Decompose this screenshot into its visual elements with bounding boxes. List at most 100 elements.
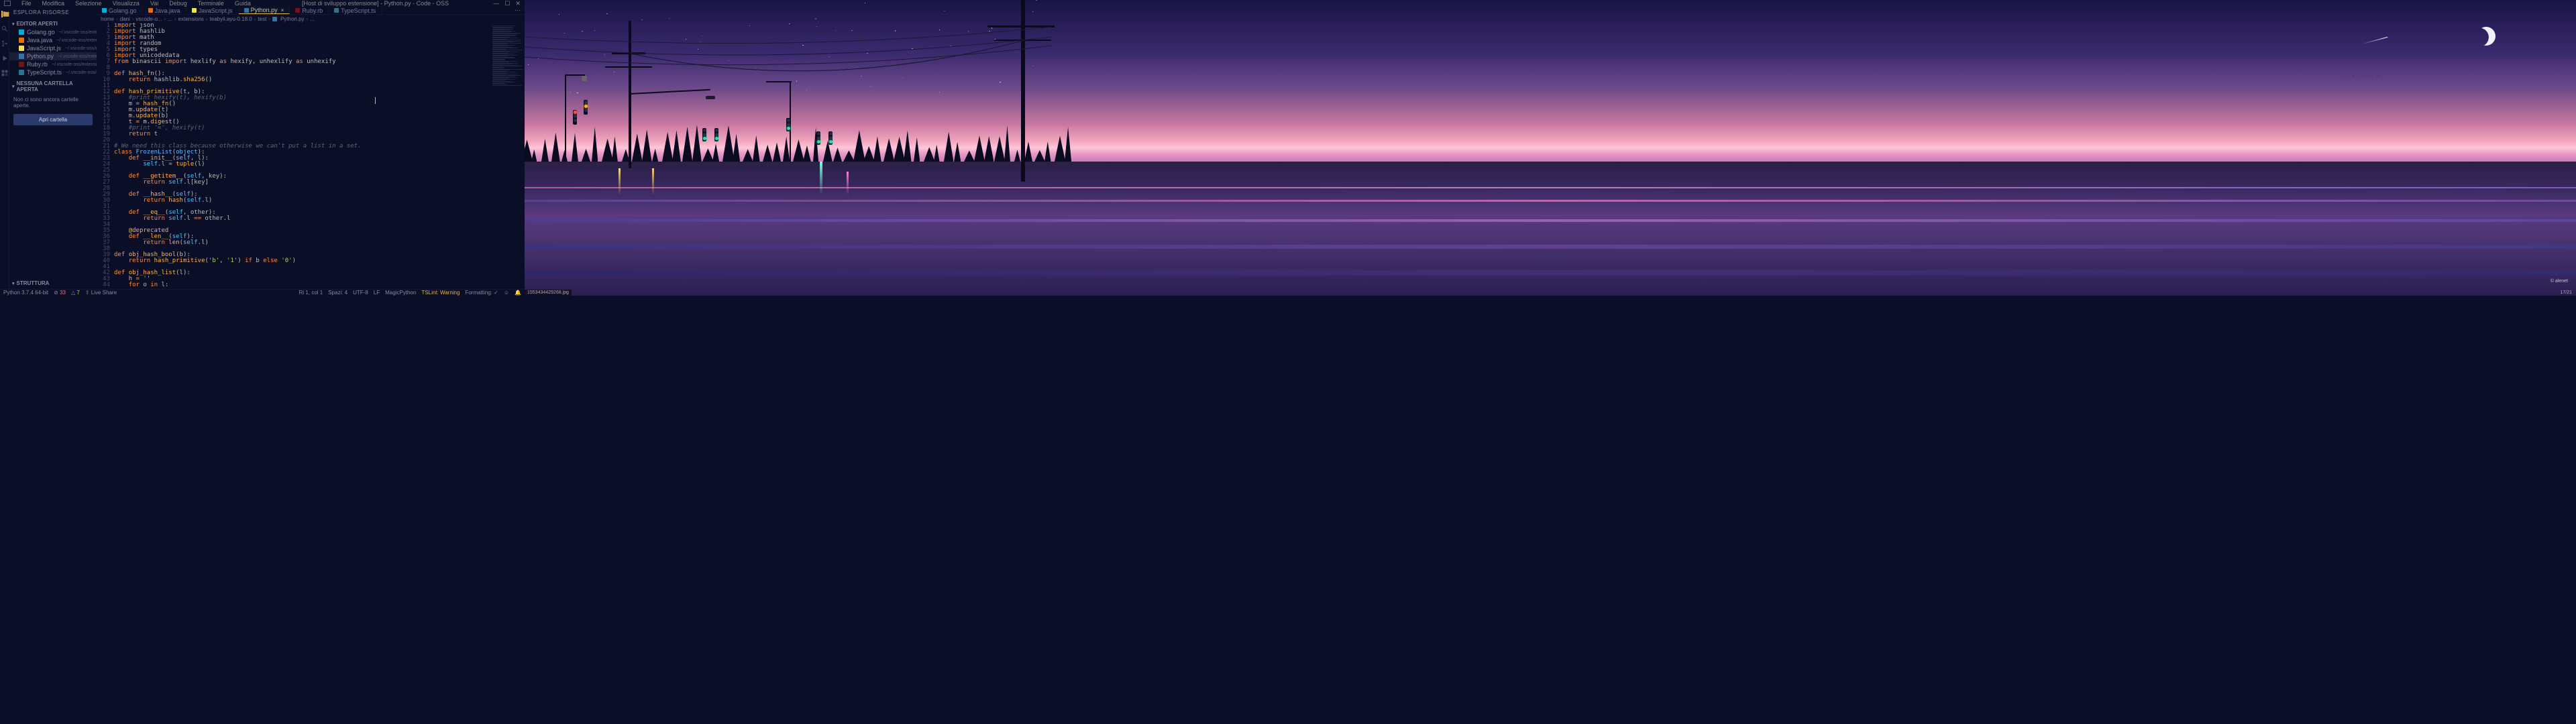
editor-tab[interactable]: Java.java (143, 7, 186, 14)
status-encoding[interactable]: UTF-8 (353, 290, 368, 296)
open-folder-button[interactable]: Apri cartella (13, 114, 93, 125)
file-name: JavaScript.js (27, 45, 61, 52)
editor-tab[interactable]: Ruby.rb (290, 7, 329, 14)
breadcrumb-segment[interactable]: vscode-o... (136, 16, 162, 22)
sidebar: ESPLORA RISORSE EDITOR APERTI Golang.go ~… (9, 7, 97, 289)
status-cursor-pos[interactable]: Ri 1, col 1 (299, 290, 323, 296)
editor-tab[interactable]: Golang.go (97, 7, 143, 14)
street-light-pole (565, 74, 566, 162)
open-editors-header[interactable]: EDITOR APERTI (9, 19, 97, 28)
tab-label: Golang.go (109, 7, 137, 14)
tab-overflow-icon[interactable]: ⋯ (511, 7, 525, 14)
artist-signature: © alenet (2551, 279, 2568, 284)
status-warnings[interactable]: △ 7 (71, 290, 80, 296)
traffic-light-icon (816, 131, 820, 145)
close-icon[interactable]: × (281, 7, 284, 13)
status-errors[interactable]: ⊘ 33 (54, 290, 66, 296)
extensions-icon[interactable] (1, 70, 8, 76)
status-bar: Python 3.7.4 64-bit ⊘ 33 △ 7 ⇪ Live Shar… (0, 289, 525, 296)
open-editor-item[interactable]: Ruby.rb~/.vscode-oss/extensions/teab... (9, 60, 97, 68)
breadcrumb-segment[interactable]: ... (310, 16, 315, 22)
chevron-right-icon: › (268, 16, 270, 22)
text-cursor-icon (375, 97, 376, 104)
sidebar-title: ESPLORA RISORSE (9, 7, 97, 18)
scm-icon[interactable] (1, 40, 8, 47)
editor-tab[interactable]: TypeScript.ts (329, 7, 382, 14)
breadcrumb-segment[interactable]: ... (168, 16, 172, 22)
file-path: ~/.vscode-oss/extensions... (58, 54, 97, 59)
maximize-button[interactable]: ☐ (504, 0, 510, 7)
explorer-icon[interactable] (1, 11, 8, 17)
chevron-right-icon: › (206, 16, 208, 22)
breadcrumb-segment[interactable]: home (101, 16, 114, 22)
breadcrumb-segment[interactable]: Python.py (280, 16, 305, 22)
open-editor-item[interactable]: Python.py~/.vscode-oss/extensions...9 (9, 52, 97, 60)
file-name: Java.java (27, 37, 52, 44)
code-editor[interactable]: 1234567891011121314151617181920212223242… (97, 23, 525, 289)
traffic-light-icon (714, 128, 718, 141)
line-gutter: 1234567891011121314151617181920212223242… (97, 23, 114, 289)
close-button[interactable]: ✕ (515, 0, 521, 7)
chevron-right-icon: › (307, 16, 309, 22)
app-logo-icon (4, 1, 11, 6)
code-content[interactable]: import jsonimport hashlibimport mathimpo… (114, 23, 491, 289)
file-icon (19, 62, 24, 67)
moon-icon (2474, 24, 2498, 48)
file-icon (192, 8, 197, 13)
status-eol[interactable]: LF (374, 290, 380, 296)
wallpaper-image: ⌵ ⌵ ⌵ ⌵ ⌵ (525, 0, 2576, 296)
wallpaper-monitor: ⌵ ⌵ ⌵ ⌵ ⌵ (525, 0, 2576, 296)
file-name: Golang.go (27, 29, 55, 36)
no-folder-header[interactable]: NESSUNA CARTELLA APERTA (9, 79, 97, 94)
file-path: ~/.vscode-oss/extens... (66, 70, 97, 75)
editor-tab[interactable]: Python.py× (239, 7, 290, 14)
status-bell-icon[interactable]: 🔔 (515, 290, 521, 296)
breadcrumb-segment[interactable]: extensions (178, 16, 204, 22)
breadcrumb-segment[interactable]: teabyii.ayu-0.18.0 (210, 16, 252, 22)
editor-tab[interactable]: JavaScript.js (186, 7, 239, 14)
open-editor-item[interactable]: Golang.go ~/.vscode-oss/extensions/tea... (9, 28, 97, 36)
status-formatting[interactable]: Formatting: ✓ (465, 290, 498, 296)
debug-icon[interactable] (1, 55, 8, 62)
status-feedback-icon[interactable]: ☺ (504, 290, 509, 296)
file-icon (148, 8, 153, 13)
breadcrumb-segment[interactable]: test (258, 16, 266, 22)
tab-row: Golang.go Java.java JavaScript.js Python.py… (97, 7, 525, 15)
road (525, 162, 2576, 296)
chevron-right-icon: › (116, 16, 118, 22)
search-icon[interactable] (1, 25, 8, 32)
file-path: ~/.vscode-oss/extensions/tea... (59, 30, 97, 35)
vscode-window: File Modifica Selezione Visualizza Vai D… (0, 0, 525, 296)
status-liveshare[interactable]: ⇪ Live Share (85, 290, 117, 296)
status-python[interactable]: Python 3.7.4 64-bit (3, 290, 48, 296)
file-name: Python.py (27, 53, 54, 60)
file-icon (102, 8, 107, 13)
chevron-right-icon: › (174, 16, 176, 22)
traffic-light-icon (584, 100, 588, 115)
file-path: ~/.vscode-oss/extensions/teab... (52, 62, 97, 67)
status-tslint[interactable]: TSLint: Warning (421, 290, 460, 296)
tab-label: Python.py (251, 7, 278, 13)
status-indent[interactable]: Spazi: 4 (328, 290, 347, 296)
image-counter: 17/21 (2556, 290, 2576, 296)
file-icon (19, 54, 24, 59)
minimize-button[interactable]: — (493, 0, 499, 7)
menubar: File Modifica Selezione Visualizza Vai D… (0, 0, 258, 7)
open-editor-item[interactable]: Java.java~/.vscode-oss/extensions/tea... (9, 36, 97, 44)
outline-header[interactable]: STRUTTURA (9, 279, 97, 288)
minimap[interactable] (491, 23, 525, 289)
status-language[interactable]: MagicPython (385, 290, 416, 296)
chevron-right-icon: › (254, 16, 256, 22)
titlebar: File Modifica Selezione Visualizza Vai D… (0, 0, 525, 7)
file-icon (334, 8, 339, 13)
window-controls: — ☐ ✕ (493, 0, 525, 7)
tab-label: JavaScript.js (199, 7, 233, 14)
traffic-light-icon (786, 118, 790, 131)
breadcrumb-segment[interactable]: dani (120, 16, 130, 22)
breadcrumb[interactable]: home›dani›vscode-o...›...›extensions›tea… (97, 15, 525, 23)
image-filename: 1553434429268.jpg (525, 290, 572, 296)
shooting-star-icon (2362, 37, 2388, 44)
open-editor-item[interactable]: TypeScript.ts~/.vscode-oss/extens...9 (9, 68, 97, 76)
open-editor-item[interactable]: JavaScript.js~/.vscode-oss/extensio...1 (9, 44, 97, 52)
no-folder-message: Non ci sono ancora cartelle aperte. (9, 94, 97, 111)
